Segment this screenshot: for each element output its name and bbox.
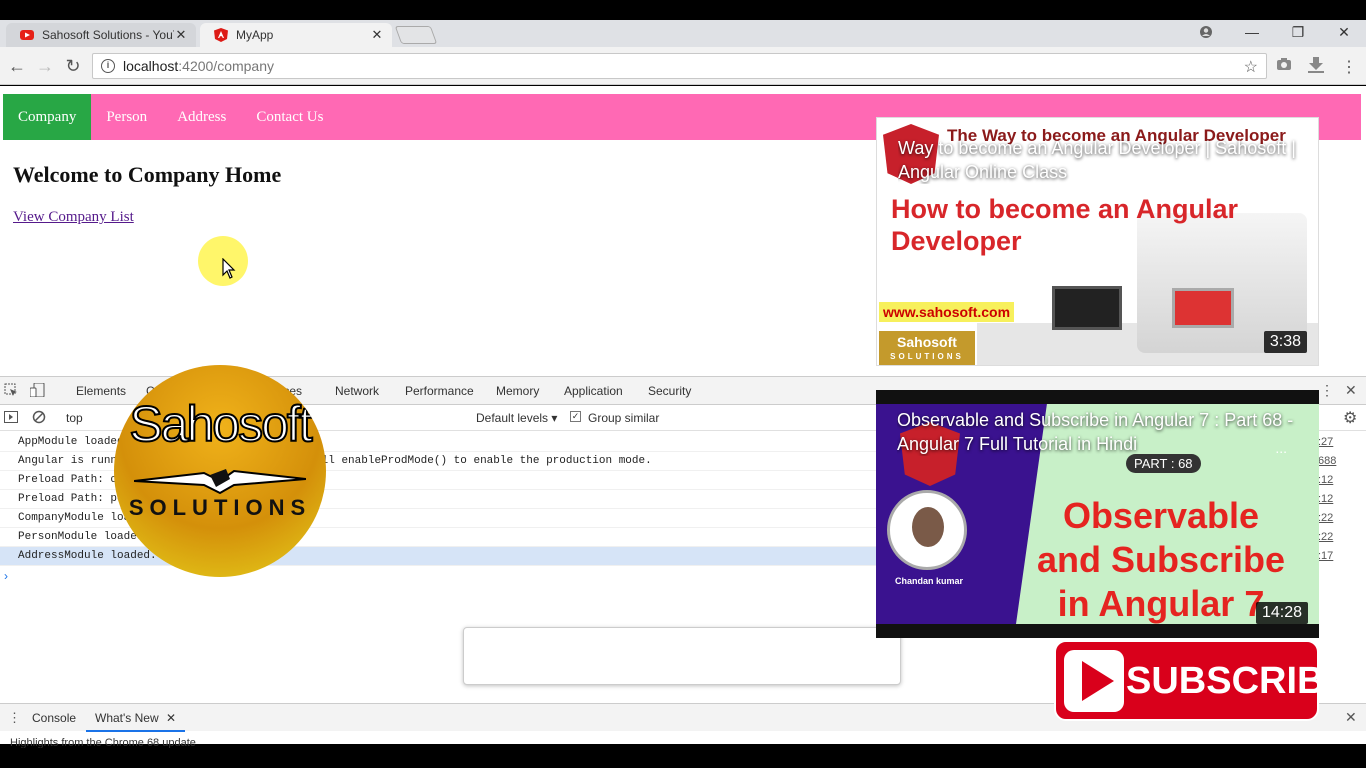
brand-subtitle: SOLUTIONS	[890, 352, 964, 361]
video-duration: 3:38	[1263, 331, 1307, 353]
subscribe-button[interactable]: SUBSCRIBE	[1054, 640, 1350, 721]
devtools-tab-network[interactable]: Network	[335, 384, 379, 398]
log-line: AddressModule loaded.	[0, 547, 880, 566]
video-card-angular-developer[interactable]: The Way to become an Angular Developer H…	[876, 117, 1319, 366]
subscribe-label: SUBSCRIBE	[1126, 660, 1350, 702]
video-title: Way to become an Angular Developer | Sah…	[898, 138, 1296, 182]
close-tab-icon[interactable]: ✕	[370, 27, 384, 43]
drawer-close-icon[interactable]: ✕	[1345, 709, 1357, 726]
levels-dropdown[interactable]: Default levels ▾	[476, 411, 557, 425]
devtools-tab-performance[interactable]: Performance	[405, 384, 474, 398]
more-ellipsis-icon[interactable]: ...	[1275, 440, 1287, 456]
youtube-icon	[20, 28, 34, 42]
log-source-link[interactable]: :22	[1318, 531, 1348, 543]
inspect-element-icon[interactable]	[4, 383, 18, 400]
context-selector[interactable]: top	[66, 411, 83, 425]
logo-name: Sahosoft	[128, 395, 313, 453]
video-card-observable[interactable]: PART : 68 Observable and Subscribe in An…	[876, 390, 1319, 638]
author-name: Chandan kumar	[895, 576, 964, 586]
clear-console-icon[interactable]	[32, 410, 46, 427]
log-source-link[interactable]: 688	[1318, 455, 1348, 467]
nav-contact-us[interactable]: Contact Us	[241, 94, 338, 140]
nav-address[interactable]: Address	[162, 94, 241, 140]
tab-youtube[interactable]: Sahosoft Solutions - YouT ✕	[6, 23, 196, 47]
browser-toolbar: ← → ↻ i localhost:4200/company ☆ ⋮	[0, 47, 1366, 85]
thumbnail-headline: How to become an Angular Developer	[891, 194, 1239, 256]
console-input-box[interactable]	[463, 627, 901, 685]
console-settings-gear-icon[interactable]: ⚙	[1343, 408, 1357, 428]
url-path: :4200/company	[178, 58, 274, 74]
restore-icon[interactable]: ❐	[1275, 20, 1321, 44]
thumbnail-brand: Sahosoft SOLUTIONS	[879, 331, 975, 365]
download-extension-icon[interactable]	[1307, 57, 1325, 78]
sidebar-toggle-icon[interactable]	[4, 411, 18, 426]
sahosoft-logo: Sahosoft SOLUTIONS	[114, 365, 326, 577]
back-arrow-icon[interactable]: ←	[6, 55, 28, 77]
profile-icon[interactable]	[1183, 20, 1229, 44]
reload-icon[interactable]: ↻	[62, 55, 84, 77]
devtools-tab-memory[interactable]: Memory	[496, 384, 539, 398]
new-tab-button[interactable]	[394, 26, 438, 44]
screen: Sahosoft Solutions - YouT ✕ MyApp ✕ — ❐ …	[0, 0, 1366, 768]
logo-swoosh-icon	[134, 469, 306, 495]
camera-icon[interactable]	[1276, 57, 1292, 76]
page-heading: Welcome to Company Home	[13, 162, 282, 187]
brand-name: Sahosoft	[897, 334, 957, 350]
close-drawer-tab-icon[interactable]: ✕	[166, 711, 176, 725]
log-source-link[interactable]: :27	[1318, 436, 1348, 448]
thumbnail-part-badge: PART : 68	[1126, 454, 1201, 473]
devtools-close-icon[interactable]: ✕	[1345, 382, 1357, 399]
author-avatar	[887, 490, 967, 570]
devtools-menu-icon[interactable]: ⋮	[1320, 382, 1334, 399]
forward-arrow-icon[interactable]: →	[34, 55, 56, 77]
chrome-menu-icon[interactable]: ⋮	[1341, 57, 1357, 77]
devtools-tab-security[interactable]: Security	[648, 384, 691, 398]
tab-myapp[interactable]: MyApp ✕	[200, 23, 392, 47]
drawer-tab-label: What's New	[95, 711, 159, 725]
url-host: localhost	[123, 58, 179, 74]
drawer-tab-whats-new[interactable]: What's New ✕	[86, 704, 186, 732]
address-bar[interactable]: i localhost:4200/company ☆	[92, 53, 1267, 79]
thumbnail-laptop	[1172, 288, 1234, 328]
close-window-icon[interactable]: ✕	[1321, 20, 1366, 44]
group-similar-label: Group similar	[588, 411, 660, 425]
info-icon[interactable]: i	[101, 59, 115, 73]
log-source-link[interactable]: :12	[1318, 493, 1348, 505]
drawer-tab-console[interactable]: Console	[32, 711, 76, 725]
log-source-link[interactable]: :22	[1318, 512, 1348, 524]
minimize-icon[interactable]: —	[1229, 20, 1275, 44]
log-source-link[interactable]: :17	[1318, 550, 1348, 562]
thumbnail-laptop	[1052, 286, 1122, 330]
nav-company[interactable]: Company	[3, 94, 92, 140]
bottom-black-bar	[0, 748, 1366, 768]
angular-icon	[214, 28, 228, 42]
play-icon	[1064, 650, 1124, 712]
video-title: Observable and Subscribe in Angular 7 : …	[897, 410, 1294, 454]
log-source-link[interactable]: :12	[1318, 474, 1348, 486]
group-similar-checkbox[interactable]: ✓	[570, 411, 581, 422]
video-duration: 14:28	[1255, 602, 1308, 624]
mouse-cursor-icon	[222, 257, 236, 285]
devtools-tab-application[interactable]: Application	[564, 384, 623, 398]
view-company-list-link[interactable]: View Company List	[13, 209, 134, 226]
bookmark-star-icon[interactable]: ☆	[1244, 57, 1258, 77]
more-ellipsis-icon[interactable]: ...	[1274, 168, 1286, 184]
tab-title: Sahosoft Solutions - YouT	[42, 28, 174, 42]
drawer-menu-icon[interactable]: ⋮	[8, 710, 21, 726]
nav-person[interactable]: Person	[91, 94, 162, 140]
logo-subtitle: SOLUTIONS	[128, 495, 312, 520]
thumbnail-site: www.sahosoft.com	[879, 302, 1015, 322]
console-prompt-chevron-icon[interactable]: ›	[4, 569, 8, 583]
device-toggle-icon[interactable]	[29, 382, 46, 400]
close-tab-icon[interactable]: ✕	[174, 27, 188, 43]
browser-tab-strip: Sahosoft Solutions - YouT ✕ MyApp ✕ — ❐ …	[0, 20, 1366, 47]
tab-title: MyApp	[236, 28, 274, 42]
